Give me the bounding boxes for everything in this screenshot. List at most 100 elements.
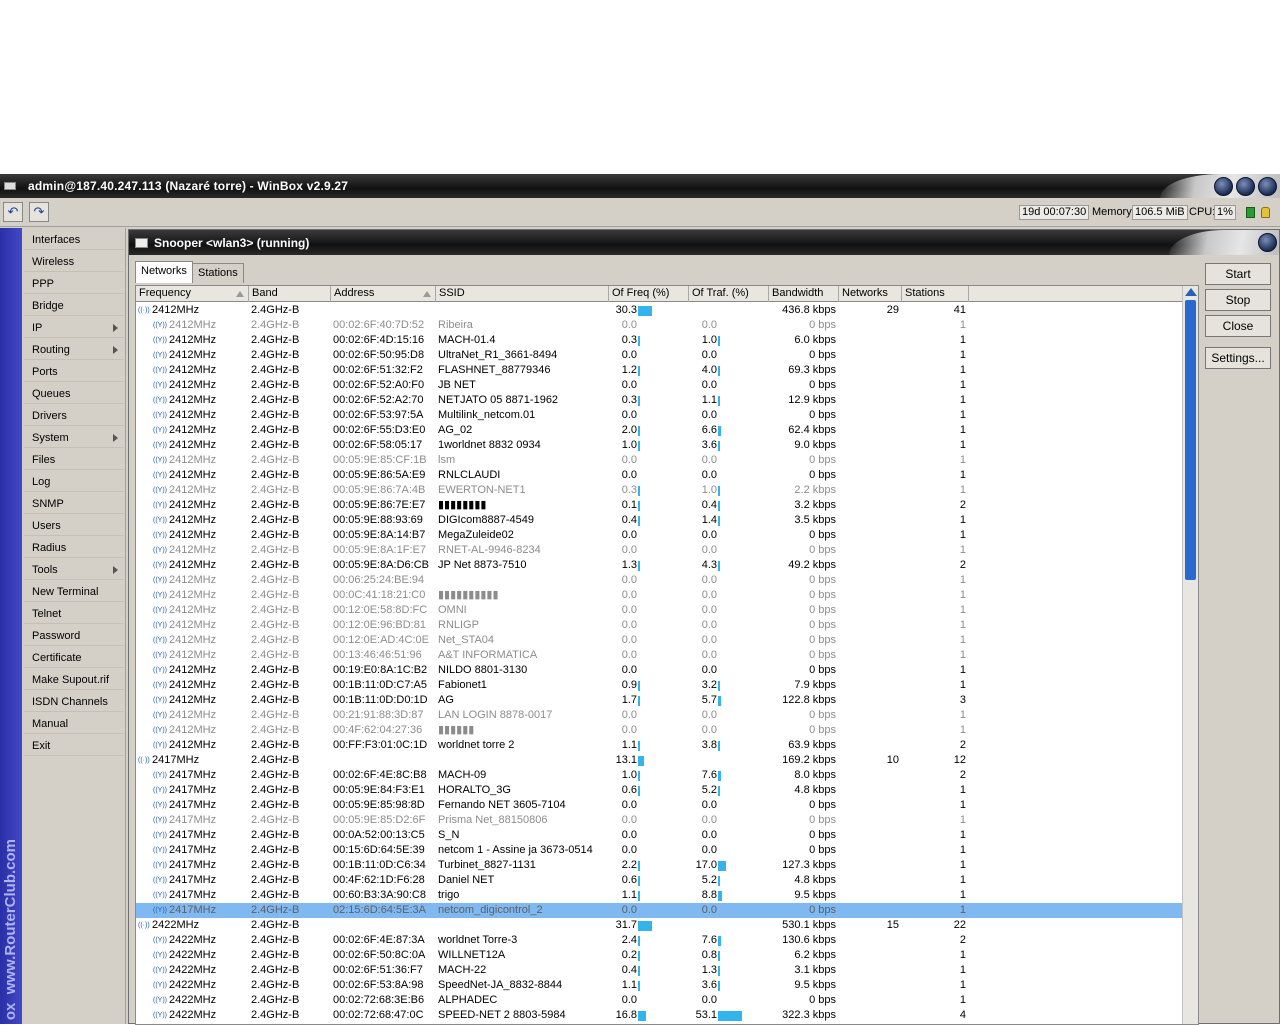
sidebar-item-users[interactable]: Users	[24, 516, 124, 536]
sidebar-item-bridge[interactable]: Bridge	[24, 296, 124, 316]
table-row[interactable]: ((Y)) 2412MHz 2.4GHz-B 00:05:9E:8A:14:B7 Meg…	[136, 528, 1182, 543]
column-header-bandwidth[interactable]: Bandwidth	[769, 286, 839, 302]
table-row[interactable]: ((Y)) 2417MHz 2.4GHz-B 00:02:6F:4E:8C:B8 MAC…	[136, 768, 1182, 783]
table-row[interactable]: ((Y)) 2412MHz 2.4GHz-B 00:FF:F3:01:0C:1D wor…	[136, 738, 1182, 753]
frequency-cell: 2412MHz	[169, 499, 217, 511]
table-row[interactable]: ((Y)) 2412MHz 2.4GHz-B 00:12:0E:96:BD:81 RNL…	[136, 618, 1182, 633]
frequency-group-row[interactable]: ((·)) 2422MHz 2.4GHz-B 31.7 530.1 kbps 15 22	[136, 918, 1182, 933]
table-row[interactable]: ((Y)) 2417MHz 2.4GHz-B 00:15:6D:64:5E:39 net…	[136, 843, 1182, 858]
minimize-button[interactable]	[1214, 177, 1233, 196]
table-row[interactable]: ((Y)) 2422MHz 2.4GHz-B 00:02:6F:51:36:F7 MAC…	[136, 963, 1182, 978]
table-row[interactable]: ((Y)) 2412MHz 2.4GHz-B 00:05:9E:8A:D6:CB JP …	[136, 558, 1182, 573]
table-row[interactable]: ((Y)) 2422MHz 2.4GHz-B 00:02:72:68:47:0C SPE…	[136, 1008, 1182, 1023]
column-header-address[interactable]: Address	[331, 286, 436, 302]
start-button[interactable]: Start	[1205, 263, 1271, 285]
table-row[interactable]: ((Y)) 2412MHz 2.4GHz-B 00:02:6F:58:05:17 1wo…	[136, 438, 1182, 453]
undo-icon[interactable]: ↶	[3, 202, 23, 222]
sidebar-item-make-supout-rif[interactable]: Make Supout.rif	[24, 670, 124, 690]
table-row[interactable]: ((Y)) 2417MHz 2.4GHz-B 00:4F:62:1D:F6:28 Dan…	[136, 873, 1182, 888]
table-row[interactable]: ((Y)) 2412MHz 2.4GHz-B 00:05:9E:85:CF:1B lsm…	[136, 453, 1182, 468]
scroll-thumb[interactable]	[1185, 300, 1196, 580]
scroll-up-icon[interactable]	[1185, 288, 1197, 296]
sidebar-item-routing[interactable]: Routing	[24, 340, 124, 360]
sidebar-item-isdn-channels[interactable]: ISDN Channels	[24, 692, 124, 712]
band-cell: 2.4GHz-B	[251, 499, 300, 511]
stop-button[interactable]: Stop	[1205, 289, 1271, 311]
close-button[interactable]: Close	[1205, 315, 1271, 337]
frequency-group-row[interactable]: ((·)) 2412MHz 2.4GHz-B 30.3 436.8 kbps 29 41	[136, 303, 1182, 318]
sidebar-item-new-terminal[interactable]: New Terminal	[24, 582, 124, 602]
table-row[interactable]: ((Y)) 2412MHz 2.4GHz-B 00:02:6F:52:A2:70 NET…	[136, 393, 1182, 408]
sidebar-item-interfaces[interactable]: Interfaces	[24, 230, 124, 250]
table-row[interactable]: ((Y)) 2412MHz 2.4GHz-B 00:05:9E:88:93:69 DIG…	[136, 513, 1182, 528]
vertical-scrollbar[interactable]	[1182, 286, 1198, 1024]
sidebar-item-certificate[interactable]: Certificate	[24, 648, 124, 668]
table-row[interactable]: ((Y)) 2417MHz 2.4GHz-B 00:05:9E:85:98:8D Fer…	[136, 798, 1182, 813]
table-row[interactable]: ((Y)) 2412MHz 2.4GHz-B 00:02:6F:50:95:D8 Ult…	[136, 348, 1182, 363]
table-row[interactable]: ((Y)) 2412MHz 2.4GHz-B 00:05:9E:86:5A:E9 RNL…	[136, 468, 1182, 483]
table-row[interactable]: ((Y)) 2417MHz 2.4GHz-B 00:1B:11:0D:C6:34 Tur…	[136, 858, 1182, 873]
table-row[interactable]: ((Y)) 2422MHz 2.4GHz-B 00:02:6F:50:8C:0A WIL…	[136, 948, 1182, 963]
frequency-group-row[interactable]: ((·)) 2417MHz 2.4GHz-B 13.1 169.2 kbps 10 12	[136, 753, 1182, 768]
sidebar-item-tools[interactable]: Tools	[24, 560, 124, 580]
sidebar-item-manual[interactable]: Manual	[24, 714, 124, 734]
table-row[interactable]: ((Y)) 2412MHz 2.4GHz-B 00:02:6F:40:7D:52 Rib…	[136, 318, 1182, 333]
column-header-networks[interactable]: Networks	[839, 286, 902, 302]
bandwidth-cell: 4.8 kbps	[794, 874, 836, 886]
redo-icon[interactable]: ↷	[29, 202, 49, 222]
table-row[interactable]: ((Y)) 2412MHz 2.4GHz-B 00:19:E0:8A:1C:B2 NIL…	[136, 663, 1182, 678]
sidebar-item-radius[interactable]: Radius	[24, 538, 124, 558]
column-header-frequency[interactable]: Frequency	[136, 286, 249, 302]
sidebar-item-wireless[interactable]: Wireless	[24, 252, 124, 272]
column-header-of-traf[interactable]: Of Traf. (%)	[689, 286, 769, 302]
sidebar-item-log[interactable]: Log	[24, 472, 124, 492]
table-row[interactable]: ((Y)) 2412MHz 2.4GHz-B 00:02:6F:53:97:5A Mul…	[136, 408, 1182, 423]
maximize-button[interactable]	[1236, 177, 1255, 196]
table-row[interactable]: ((Y)) 2412MHz 2.4GHz-B 00:05:9E:8A:1F:E7 RNE…	[136, 543, 1182, 558]
column-header-ssid[interactable]: SSID	[436, 286, 609, 302]
close-window-button[interactable]	[1258, 177, 1277, 196]
table-row[interactable]: ((Y)) 2412MHz 2.4GHz-B 00:21:91:88:3D:87 LAN…	[136, 708, 1182, 723]
table-row[interactable]: ((Y)) 2417MHz 2.4GHz-B 00:0A:52:00:13:C5 S_N…	[136, 828, 1182, 843]
settings-button[interactable]: Settings...	[1205, 347, 1271, 369]
table-row[interactable]: ((Y)) 2412MHz 2.4GHz-B 00:05:9E:86:7A:4B EWE…	[136, 483, 1182, 498]
table-row[interactable]: ((Y)) 2412MHz 2.4GHz-B 00:06:25:24:BE:94 0.0…	[136, 573, 1182, 588]
sidebar-item-telnet[interactable]: Telnet	[24, 604, 124, 624]
column-header-of-freq[interactable]: Of Freq (%)	[609, 286, 689, 302]
table-row[interactable]: ((Y)) 2422MHz 2.4GHz-B 00:02:72:68:3E:B6 ALP…	[136, 993, 1182, 1008]
stations-cell: 1	[959, 439, 966, 451]
column-header-band[interactable]: Band	[249, 286, 331, 302]
table-row[interactable]: ((Y)) 2412MHz 2.4GHz-B 00:02:6F:55:D3:E0 AG_…	[136, 423, 1182, 438]
table-row[interactable]: ((Y)) 2412MHz 2.4GHz-B 00:0C:41:18:21:C0 ▮▮▮…	[136, 588, 1182, 603]
table-row[interactable]: ((Y)) 2412MHz 2.4GHz-B 00:02:6F:52:A0:F0 JB …	[136, 378, 1182, 393]
sidebar-item-queues[interactable]: Queues	[24, 384, 124, 404]
table-row[interactable]: ((Y)) 2412MHz 2.4GHz-B 00:05:9E:86:7E:E7 ▮▮▮…	[136, 498, 1182, 513]
table-row[interactable]: ((Y)) 2412MHz 2.4GHz-B 00:13:46:46:51:96 A&T…	[136, 648, 1182, 663]
table-row[interactable]: ((Y)) 2412MHz 2.4GHz-B 00:02:6F:51:32:F2 FLA…	[136, 363, 1182, 378]
sidebar-item-ports[interactable]: Ports	[24, 362, 124, 382]
table-row[interactable]: ((Y)) 2417MHz 2.4GHz-B 00:05:9E:85:D2:6F Pri…	[136, 813, 1182, 828]
table-row[interactable]: ((Y)) 2412MHz 2.4GHz-B 00:02:6F:4D:15:16 MAC…	[136, 333, 1182, 348]
sidebar-item-ip[interactable]: IP	[24, 318, 124, 338]
table-row[interactable]: ((Y)) 2412MHz 2.4GHz-B 00:12:0E:58:8D:FC OMN…	[136, 603, 1182, 618]
snooper-close-button[interactable]	[1258, 233, 1277, 252]
table-row[interactable]: ((Y)) 2412MHz 2.4GHz-B 00:1B:11:0D:C7:A5 Fab…	[136, 678, 1182, 693]
table-row[interactable]: ((Y)) 2422MHz 2.4GHz-B 00:02:6F:4E:87:3A wor…	[136, 933, 1182, 948]
sidebar-item-ppp[interactable]: PPP	[24, 274, 124, 294]
table-row[interactable]: ((Y)) 2417MHz 2.4GHz-B 00:05:9E:84:F3:E1 HOR…	[136, 783, 1182, 798]
sidebar-item-password[interactable]: Password	[24, 626, 124, 646]
table-row[interactable]: ((Y)) 2412MHz 2.4GHz-B 00:4F:62:04:27:36 ▮▮▮…	[136, 723, 1182, 738]
sidebar-item-exit[interactable]: Exit	[24, 736, 124, 756]
tab-networks[interactable]: Networks	[135, 261, 193, 283]
sidebar-item-snmp[interactable]: SNMP	[24, 494, 124, 514]
table-row[interactable]: ((Y)) 2412MHz 2.4GHz-B 00:1B:11:0D:D0:1D AG 1…	[136, 693, 1182, 708]
sidebar-item-files[interactable]: Files	[24, 450, 124, 470]
sidebar-item-system[interactable]: System	[24, 428, 124, 448]
table-row[interactable]: ((Y)) 2417MHz 2.4GHz-B 02:15:6D:64:5E:3A net…	[136, 903, 1182, 918]
table-row[interactable]: ((Y)) 2422MHz 2.4GHz-B 00:02:6F:53:8A:98 Spe…	[136, 978, 1182, 993]
table-row[interactable]: ((Y)) 2417MHz 2.4GHz-B 00:60:B3:3A:90:C8 tri…	[136, 888, 1182, 903]
tab-stations[interactable]: Stations	[192, 263, 244, 283]
sidebar-item-drivers[interactable]: Drivers	[24, 406, 124, 426]
table-row[interactable]: ((Y)) 2412MHz 2.4GHz-B 00:12:0E:AD:4C:0E Net…	[136, 633, 1182, 648]
column-header-stations[interactable]: Stations	[902, 286, 969, 302]
